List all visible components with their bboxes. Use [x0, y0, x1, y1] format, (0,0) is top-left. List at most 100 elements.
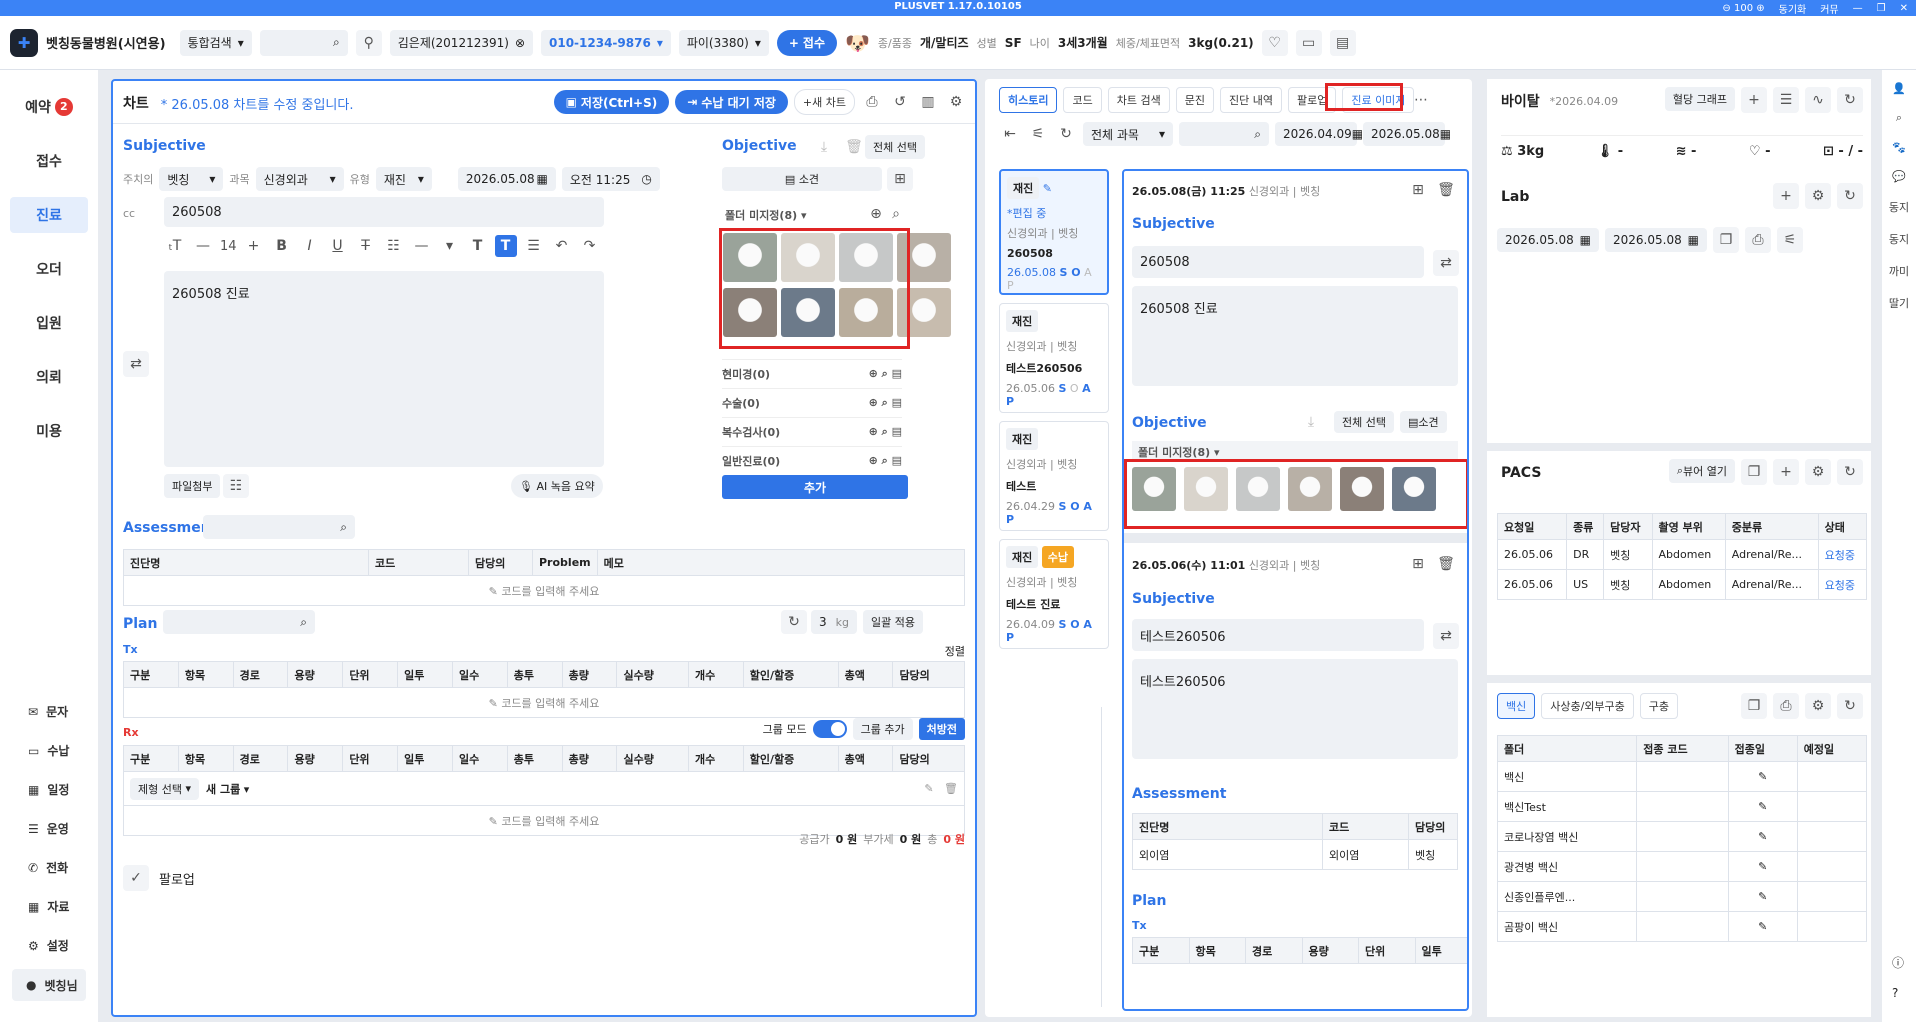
gear-icon[interactable]: ⚙ — [945, 91, 967, 113]
search-user-icon[interactable]: ⌕ — [1896, 111, 1902, 125]
plan-search[interactable]: ⌕ — [163, 610, 315, 634]
trash-icon[interactable]: 🗑 — [1435, 179, 1457, 201]
gear-icon[interactable]: ⚙ — [1805, 183, 1831, 209]
nav-payment[interactable]: ▭ 수납 — [0, 731, 98, 770]
gear-icon[interactable]: ⚙ — [1805, 693, 1831, 719]
objective-group-row[interactable]: 수술(0) ⊕ ⌕ ▤ — [722, 388, 902, 417]
font-size-icon[interactable]: ₜT — [164, 235, 186, 257]
vaccine-tab-1[interactable]: 사상충/외부구충 — [1541, 693, 1634, 719]
edit-icon[interactable]: ✎ — [1727, 761, 1798, 792]
user-button[interactable]: ● 벳칭님 — [12, 969, 86, 1001]
maximize-icon[interactable]: ❐ — [1877, 3, 1886, 14]
detail-folder[interactable]: 폴더 미지정(8) ▾ — [1132, 441, 1458, 461]
refresh-icon[interactable]: ↻ — [1837, 459, 1863, 485]
cc-input[interactable]: 260508 — [164, 197, 604, 227]
strike-icon[interactable]: T — [355, 235, 377, 257]
info-icon[interactable]: ⓘ — [1892, 954, 1904, 971]
print-icon[interactable]: ⎙ — [1773, 693, 1799, 719]
pet-select[interactable]: 파이(3380) ▾ — [678, 29, 769, 56]
edit-icon[interactable]: ✎ — [1727, 791, 1798, 822]
prescription-button[interactable]: 처방전 — [918, 718, 965, 740]
swap-icon[interactable]: ⇄ — [1433, 250, 1459, 276]
to-date[interactable]: 2026.05.08 ▦ — [1363, 122, 1451, 146]
nav-treatment[interactable]: 진료 — [10, 197, 88, 233]
tx-empty[interactable]: ✎ 코드를 입력해 주세요 — [123, 687, 965, 718]
edit-icon[interactable]: ✎ — [1727, 911, 1798, 942]
heart-icon[interactable]: ♡ — [1261, 29, 1288, 56]
form-select[interactable]: 제형 선택 ▾ — [130, 777, 200, 800]
history-card[interactable]: 재진 수납 신경외과 | 벳칭 테스트 진료 26.04.09 S O A P — [999, 539, 1109, 649]
refresh-icon[interactable]: ↻ — [1055, 123, 1077, 145]
list-icon[interactable]: ☰ — [1773, 87, 1799, 113]
plus-icon[interactable]: + — [243, 235, 265, 257]
date-input[interactable]: 2026.05.08 ▦ — [457, 167, 556, 191]
bold-icon[interactable]: B — [271, 235, 293, 257]
tab-2[interactable]: 차트 검색 — [1107, 87, 1170, 113]
table-row[interactable]: 백신Test ✎ — [1496, 791, 1868, 822]
download-icon[interactable]: ⤓ — [1300, 411, 1322, 433]
nav-phone[interactable]: ✆ 전화 — [0, 848, 98, 887]
assessment-search[interactable]: ⌕ — [203, 515, 355, 539]
trash-icon[interactable]: 🗑 — [843, 136, 865, 158]
tab-0[interactable]: 히스토리 — [999, 87, 1058, 113]
minus-icon[interactable]: — — [192, 235, 214, 257]
more-icon[interactable]: ⋯ — [1410, 89, 1432, 111]
tab-1[interactable]: 코드 — [1063, 87, 1102, 113]
swap-icon[interactable]: ⇄ — [123, 351, 149, 377]
search-input[interactable]: ⌕ — [259, 29, 348, 56]
copy-icon[interactable]: ❐ — [1741, 693, 1767, 719]
chevron-down-icon[interactable]: ▾ — [439, 235, 461, 257]
finding-button[interactable]: ▤ 소견 — [722, 167, 882, 191]
patient-search-icon[interactable]: ⚲ — [355, 29, 382, 56]
objective-group-row[interactable]: 일반진료(0) ⊕ ⌕ ▤ — [722, 446, 902, 475]
dept-filter[interactable]: 전체 과목 ▾ — [1083, 122, 1173, 146]
history-search[interactable]: ⌕ — [1179, 122, 1269, 146]
folder-label[interactable]: 폴더 미지정(8) ▾ — [725, 207, 807, 223]
print-icon[interactable]: ⎙ — [861, 91, 883, 113]
refresh-icon[interactable]: ↻ — [1837, 87, 1863, 113]
tab-4[interactable]: 진단 내역 — [1219, 87, 1282, 113]
objective-group-row[interactable]: 현미경(0) ⊕ ⌕ ▤ — [722, 359, 902, 388]
filter-icon[interactable]: ⚟ — [1777, 227, 1803, 253]
subjective-body[interactable]: 260508 진료 — [164, 271, 604, 467]
refresh-icon[interactable]: ↻ — [1837, 693, 1863, 719]
help-icon[interactable]: ? — [1892, 986, 1898, 1000]
text-color-icon[interactable]: T — [467, 235, 489, 257]
nav-referral[interactable]: 의뢰 — [0, 350, 98, 404]
zoom-icon[interactable]: ⌕ — [885, 203, 907, 225]
table-row[interactable]: 26.05.06 DR 벳칭 Abdomen Adrenal/Re... 요청중 — [1496, 539, 1868, 570]
filter-icon[interactable]: ⚟ — [1027, 123, 1049, 145]
history-icon[interactable]: ↺ — [889, 91, 911, 113]
table-row[interactable]: 코로나장염 백신 ✎ — [1496, 821, 1868, 852]
copy-icon[interactable]: ⊞ — [1407, 553, 1429, 575]
underline-icon[interactable]: U — [327, 235, 349, 257]
folder-icon[interactable]: ▭ — [1295, 29, 1322, 56]
plus-circle-icon[interactable]: ⊕ — [865, 203, 887, 225]
plus-icon[interactable]: + — [1741, 87, 1767, 113]
vaccine-tab-0[interactable]: 백신 — [1497, 693, 1536, 719]
select-all-button[interactable]: 전체 선택 — [865, 135, 925, 159]
minimize-icon[interactable]: — — [1853, 3, 1863, 14]
nav-order[interactable]: 오더 — [0, 242, 98, 296]
nav-schedule[interactable]: ▦ 일정 — [0, 770, 98, 809]
history-card[interactable]: 재진 신경외과 | 벳칭 테스트 26.04.29 S O A P — [999, 421, 1109, 531]
edit-icon[interactable]: ✎ — [1727, 851, 1798, 882]
time-input[interactable]: 오전 11:25 ◷ — [561, 167, 660, 191]
nav-reception[interactable]: 접수 — [0, 134, 98, 188]
search-type-select[interactable]: 통합검색 ▾ — [179, 29, 252, 56]
copy-icon[interactable]: ❐ — [1713, 227, 1739, 253]
doctor-select[interactable]: 벳칭 ▾ — [159, 167, 224, 191]
nav-grooming[interactable]: 미용 — [0, 404, 98, 458]
reception-button[interactable]: + 접수 — [776, 29, 838, 56]
columns-icon[interactable]: ▥ — [917, 91, 939, 113]
new-chart-button[interactable]: + 새 차트 — [793, 89, 855, 115]
rside-item[interactable]: 딸기 — [1889, 295, 1909, 311]
type-select[interactable]: 재진 ▾ — [375, 167, 432, 191]
viewer-button[interactable]: ⌕ 뷰어 열기 — [1668, 459, 1735, 483]
list-icon[interactable]: ☷ — [223, 474, 249, 498]
ai-summary-button[interactable]: 🎙 AI 녹음 요약 — [511, 474, 603, 498]
objective-group-row[interactable]: 복수검사(0) ⊕ ⌕ ▤ — [722, 417, 902, 446]
edit-icon[interactable]: ✎ 🗑 — [924, 778, 958, 800]
add-group-button[interactable]: 그룹 추가 — [852, 718, 913, 740]
kg-input[interactable]: 3 kg — [811, 610, 857, 634]
